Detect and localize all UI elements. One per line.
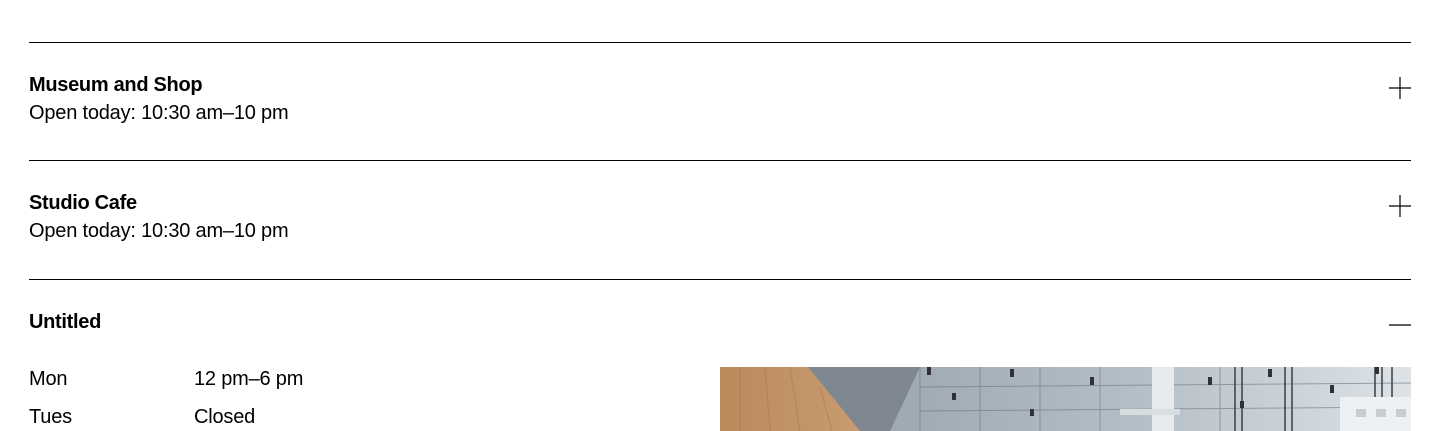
accordion-untitled[interactable]: Untitled: [29, 297, 1411, 347]
accordion-museum-and-shop[interactable]: Museum and Shop Open today: 10:30 am–10 …: [29, 60, 1411, 146]
accordion-studio-cafe[interactable]: Studio Cafe Open today: 10:30 am–10 pm: [29, 178, 1411, 264]
minus-icon[interactable]: [1389, 314, 1411, 336]
plus-icon[interactable]: [1389, 195, 1411, 217]
divider: [29, 42, 1411, 43]
schedule-time: Closed: [194, 406, 256, 428]
interior-photo: [720, 367, 1411, 431]
schedule-day: Tues: [29, 406, 72, 428]
section-title: Untitled: [29, 311, 102, 333]
divider: [29, 160, 1411, 161]
section-title: Studio Cafe: [29, 192, 137, 214]
plus-icon[interactable]: [1389, 77, 1411, 99]
divider: [29, 279, 1411, 280]
schedule-time: 12 pm–6 pm: [194, 368, 304, 390]
schedule-day: Mon: [29, 368, 68, 390]
section-title: Museum and Shop: [29, 74, 203, 96]
hours-page: Museum and Shop Open today: 10:30 am–10 …: [0, 0, 1440, 431]
section-hours: Open today: 10:30 am–10 pm: [29, 220, 289, 242]
section-hours: Open today: 10:30 am–10 pm: [29, 102, 289, 124]
